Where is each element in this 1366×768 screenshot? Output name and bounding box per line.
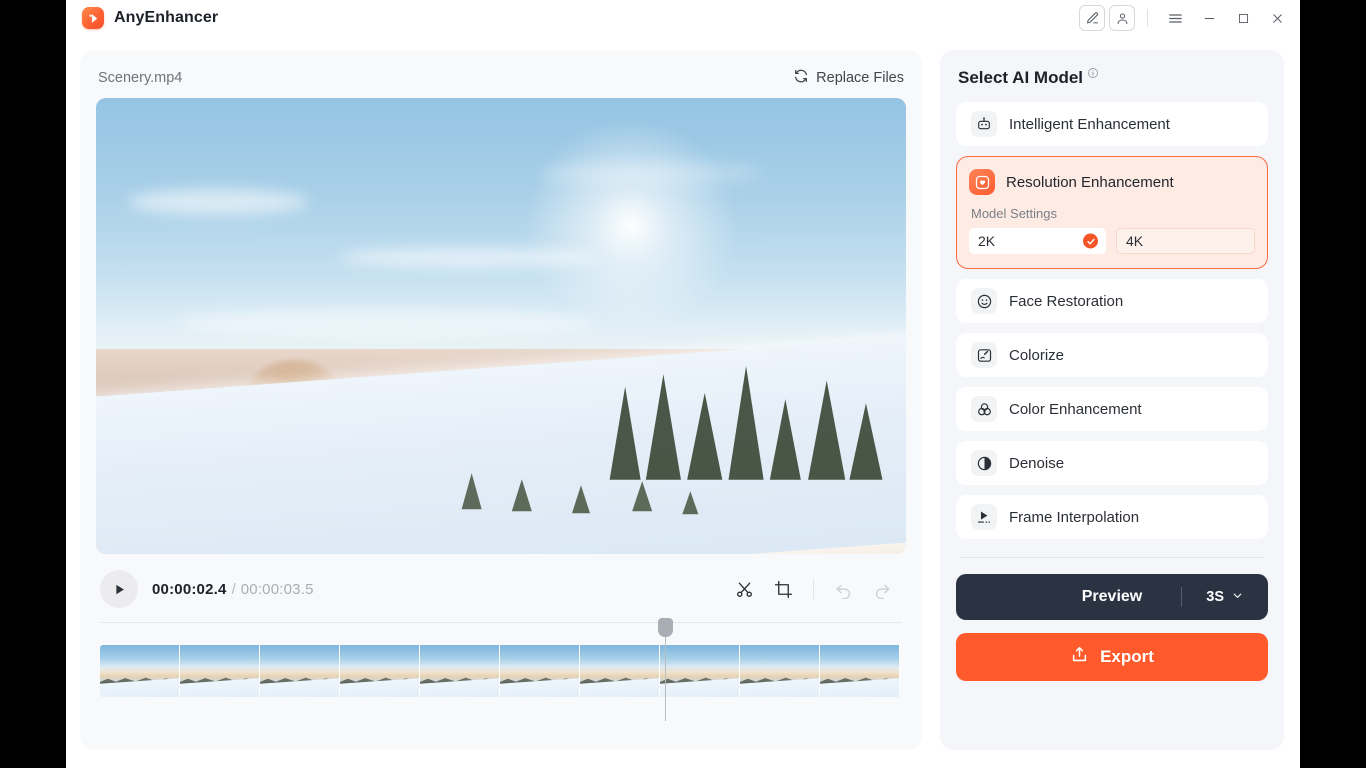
minimize-icon[interactable] <box>1194 3 1224 33</box>
model-card-face-restoration[interactable]: Face Restoration <box>956 279 1268 323</box>
option-2k-label: 2K <box>978 233 996 249</box>
app-title: AnyEnhancer <box>114 9 219 26</box>
redo-icon[interactable] <box>873 580 892 599</box>
preview-duration-label: 3S <box>1206 589 1224 605</box>
smiley-face-icon <box>971 288 997 314</box>
tools-divider <box>813 579 814 599</box>
model-card-denoise[interactable]: Denoise <box>956 441 1268 485</box>
sidebar-title: Select AI Model <box>958 68 1084 87</box>
model-settings-options: 2K 4K <box>969 228 1255 254</box>
pen-edit-icon[interactable] <box>1079 5 1105 31</box>
anyenhancer-logo-icon <box>82 7 104 29</box>
preview-divider <box>1181 587 1182 607</box>
titlebar-divider <box>1147 9 1148 27</box>
option-2k[interactable]: 2K <box>969 228 1106 254</box>
titlebar-controls <box>1079 0 1292 36</box>
playhead-handle-icon[interactable] <box>658 618 673 637</box>
check-circle-icon <box>1083 233 1098 249</box>
undo-icon[interactable] <box>834 580 853 599</box>
play-icon[interactable] <box>100 570 138 608</box>
filmstrip-frame <box>180 645 260 697</box>
filmstrip-frame <box>100 645 180 697</box>
info-icon[interactable] <box>1087 66 1099 84</box>
hamburger-menu-icon[interactable] <box>1160 3 1190 33</box>
model-label: Intelligent Enhancement <box>1009 115 1170 133</box>
filmstrip-frame <box>740 645 820 697</box>
model-list: Intelligent Enhancement Resolution Enhan… <box>956 102 1268 539</box>
filmstrip-frame <box>420 645 500 697</box>
replace-files-label: Replace Files <box>816 70 904 86</box>
close-icon[interactable] <box>1262 3 1292 33</box>
timeline-ruler <box>100 622 902 623</box>
model-label: Frame Interpolation <box>1009 508 1140 526</box>
filmstrip-frame <box>660 645 740 697</box>
color-circles-icon <box>971 396 997 422</box>
model-card-frame-interpolation[interactable]: Frame Interpolation <box>956 495 1268 539</box>
editor-panel: Scenery.mp4 Replace Files 00:00:02.4 / 0… <box>80 50 922 750</box>
model-label: Face Restoration <box>1009 292 1124 310</box>
editor-tools <box>735 579 902 599</box>
playhead[interactable] <box>658 618 673 721</box>
model-card-color-enhancement[interactable]: Color Enhancement <box>956 387 1268 431</box>
export-button[interactable]: Export <box>956 633 1268 681</box>
model-card-colorize[interactable]: Colorize <box>956 333 1268 377</box>
total-time: 00:00:03.5 <box>240 580 314 598</box>
robot-icon <box>971 111 997 137</box>
resolution-icon <box>969 169 995 195</box>
main-content: Scenery.mp4 Replace Files 00:00:02.4 / 0… <box>66 36 1300 768</box>
model-label: Resolution Enhancement <box>1006 173 1174 191</box>
preview-duration-selector[interactable]: 3S <box>1206 589 1244 606</box>
transport-bar: 00:00:02.4 / 00:00:03.5 <box>96 570 906 608</box>
title-bar: AnyEnhancer <box>66 0 1300 36</box>
scissors-cut-icon[interactable] <box>735 580 754 599</box>
screen: AnyEnhancer Scenery.mp4 Replace Files 00… <box>0 0 1366 768</box>
model-label: Colorize <box>1009 346 1065 364</box>
chevron-down-icon <box>1231 589 1244 606</box>
option-4k-label: 4K <box>1126 233 1144 249</box>
user-account-icon[interactable] <box>1109 5 1135 31</box>
upload-export-icon <box>1070 645 1089 669</box>
app-window: AnyEnhancer Scenery.mp4 Replace Files 00… <box>66 0 1300 768</box>
model-settings-label: Model Settings <box>971 206 1057 221</box>
sidebar-header: Select AI Model <box>956 68 1268 88</box>
filmstrip-frame <box>340 645 420 697</box>
preview-button-label: Preview <box>1081 588 1143 605</box>
file-name-label: Scenery.mp4 <box>98 70 183 86</box>
ai-model-sidebar: Select AI Model Intelligent Enhancement … <box>940 50 1284 750</box>
export-button-label: Export <box>1100 647 1154 666</box>
replace-files-button[interactable]: Replace Files <box>793 68 904 88</box>
sidebar-actions: Preview 3S Export <box>956 574 1268 683</box>
filmstrip-frame <box>500 645 580 697</box>
timeline[interactable] <box>96 618 906 721</box>
filmstrip-frame <box>820 645 900 697</box>
video-preview[interactable] <box>96 98 906 554</box>
small-pines <box>461 473 699 515</box>
preview-button[interactable]: Preview 3S <box>956 574 1268 620</box>
crop-icon[interactable] <box>774 580 793 599</box>
contrast-circle-icon <box>971 450 997 476</box>
time-display: 00:00:02.4 / 00:00:03.5 <box>152 581 314 598</box>
app-brand: AnyEnhancer <box>76 7 218 29</box>
model-label: Denoise <box>1009 454 1065 472</box>
maximize-icon[interactable] <box>1228 3 1258 33</box>
model-label: Color Enhancement <box>1009 400 1142 418</box>
selected-model-header: Resolution Enhancement <box>969 169 1255 195</box>
model-card-resolution-enhancement[interactable]: Resolution Enhancement Model Settings 2K <box>956 156 1268 269</box>
time-separator: / <box>231 580 236 598</box>
frame-play-icon <box>971 504 997 530</box>
sidebar-divider <box>960 557 1264 558</box>
filmstrip-frame <box>580 645 660 697</box>
colorize-brush-icon <box>971 342 997 368</box>
filmstrip-frame <box>260 645 340 697</box>
option-4k[interactable]: 4K <box>1116 228 1255 254</box>
editor-header: Scenery.mp4 Replace Files <box>96 66 906 98</box>
filmstrip[interactable] <box>100 645 902 697</box>
model-card-intelligent-enhancement[interactable]: Intelligent Enhancement <box>956 102 1268 146</box>
current-time: 00:00:02.4 <box>152 580 227 598</box>
refresh-swap-icon <box>793 68 809 88</box>
